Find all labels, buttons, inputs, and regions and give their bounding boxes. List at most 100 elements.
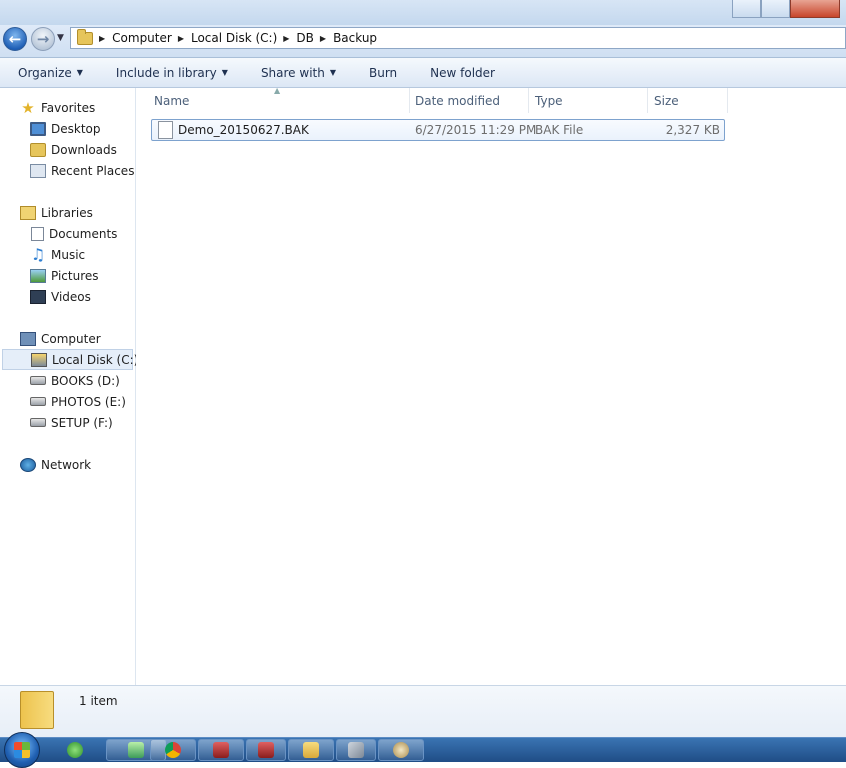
- nav-label: Network: [41, 457, 92, 472]
- taskbar-app-7[interactable]: [336, 739, 376, 761]
- file-icon: [158, 121, 173, 139]
- tools-icon: [348, 742, 364, 758]
- breadcrumb-computer[interactable]: Computer: [112, 31, 172, 45]
- arrow-right-icon: →: [36, 30, 50, 48]
- nav-label: Desktop: [51, 121, 101, 136]
- burn-label: Burn: [369, 65, 398, 80]
- chevron-right-icon[interactable]: ▶: [283, 34, 289, 43]
- nav-label: Computer: [41, 331, 101, 346]
- column-label: Size: [654, 93, 679, 108]
- taskbar-app-4[interactable]: [198, 739, 244, 761]
- chevron-right-icon[interactable]: ▶: [320, 34, 326, 43]
- taskbar-chrome[interactable]: [150, 739, 196, 761]
- organize-label: Organize: [18, 65, 72, 80]
- navigation-row: ← → ▼ ▶ Computer ▶ Local Disk (C:) ▶ DB …: [0, 25, 846, 58]
- file-list-pane: ▲ Name Date modified Type Size Demo_2015…: [136, 86, 846, 685]
- file-row[interactable]: Demo_20150627.BAK 6/27/2015 11:29 PM BAK…: [151, 119, 725, 141]
- chevron-down-icon: ▼: [76, 68, 83, 77]
- taskbar-app-5[interactable]: [246, 739, 286, 761]
- folder-icon: [20, 691, 54, 729]
- recent-pages-dropdown[interactable]: ▼: [57, 33, 64, 43]
- forward-button[interactable]: →: [31, 27, 55, 51]
- share-with-label: Share with: [260, 65, 325, 80]
- nav-label: Documents: [49, 226, 118, 241]
- windows-logo-icon: [14, 742, 30, 758]
- recent-places-icon: [30, 163, 46, 178]
- file-type-cell: BAK File: [535, 123, 584, 137]
- nav-computer[interactable]: Computer: [0, 328, 155, 349]
- start-button[interactable]: [4, 732, 40, 768]
- window-controls: [732, 0, 840, 18]
- system-drive-icon: [31, 352, 47, 367]
- nav-local-disk-c[interactable]: Local Disk (C:): [2, 349, 138, 370]
- nav-network[interactable]: Network: [0, 454, 155, 475]
- star-icon: ★: [21, 98, 35, 117]
- file-size-cell: 2,327 KB: [665, 123, 720, 137]
- include-in-library-button[interactable]: Include in library ▼: [98, 66, 243, 80]
- title-bar: [0, 0, 846, 25]
- nav-favorites[interactable]: ★ Favorites: [0, 97, 155, 118]
- music-note-icon: ♫: [30, 244, 46, 264]
- nav-label: Videos: [51, 289, 91, 304]
- breadcrumb-local-disk[interactable]: Local Disk (C:): [191, 31, 277, 45]
- app-icon: [67, 742, 83, 758]
- taskbar-explorer[interactable]: [288, 739, 334, 761]
- details-pane: 1 item: [0, 685, 846, 738]
- app-icon: [258, 742, 274, 758]
- file-name: Demo_20150627.BAK: [178, 123, 309, 137]
- nav-label: Recent Places: [51, 163, 135, 178]
- taskbar-app-8[interactable]: [378, 739, 424, 761]
- taskbar: [0, 732, 846, 768]
- address-bar[interactable]: ▶ Computer ▶ Local Disk (C:) ▶ DB ▶ Back…: [70, 27, 846, 49]
- column-header-size[interactable]: Size: [648, 88, 728, 113]
- include-in-library-label: Include in library: [115, 65, 217, 80]
- burn-button[interactable]: Burn: [351, 66, 412, 80]
- new-folder-button[interactable]: New folder: [412, 66, 510, 80]
- downloads-icon: [30, 142, 46, 157]
- taskbar-app-1[interactable]: [46, 739, 104, 761]
- breadcrumb-backup[interactable]: Backup: [333, 31, 377, 45]
- nav-label: SETUP (F:): [51, 415, 113, 430]
- column-header-name[interactable]: Name: [148, 88, 410, 113]
- nav-label: BOOKS (D:): [51, 373, 120, 388]
- back-button[interactable]: ←: [3, 27, 27, 51]
- videos-icon: [30, 289, 46, 304]
- column-label: Date modified: [415, 93, 501, 108]
- app-icon: [128, 742, 144, 758]
- nav-label: Pictures: [51, 268, 99, 283]
- close-button[interactable]: [789, 0, 840, 18]
- drive-icon: [30, 418, 46, 427]
- nav-label: PHOTOS (E:): [51, 394, 126, 409]
- documents-icon: [31, 226, 44, 241]
- folder-icon: [303, 742, 319, 758]
- share-with-button[interactable]: Share with ▼: [243, 66, 351, 80]
- navigation-pane: ★ Favorites Desktop Downloads Recent Pla…: [0, 88, 138, 685]
- drive-icon: [30, 376, 46, 385]
- chevron-right-icon[interactable]: ▶: [178, 34, 184, 43]
- pictures-icon: [30, 268, 46, 283]
- nav-label: Music: [51, 247, 86, 262]
- column-label: Type: [535, 93, 563, 108]
- minimize-button[interactable]: [732, 0, 761, 18]
- chevron-down-icon: ▼: [221, 68, 228, 77]
- column-label: Name: [154, 93, 190, 108]
- app-icon: [213, 742, 229, 758]
- maximize-button[interactable]: [760, 0, 790, 18]
- nav-label: Favorites: [41, 100, 96, 115]
- arrow-left-icon: ←: [8, 30, 22, 48]
- network-icon: [20, 457, 36, 472]
- organize-button[interactable]: Organize ▼: [0, 66, 98, 80]
- folder-icon: [77, 28, 93, 45]
- libraries-icon: [20, 205, 36, 220]
- file-name-cell: Demo_20150627.BAK: [158, 120, 309, 140]
- breadcrumb-db[interactable]: DB: [296, 31, 313, 45]
- column-header-date-modified[interactable]: Date modified: [409, 88, 529, 113]
- column-header-type[interactable]: Type: [529, 88, 648, 113]
- paint-icon: [393, 742, 409, 758]
- nav-label: Libraries: [41, 205, 93, 220]
- nav-libraries[interactable]: Libraries: [0, 202, 155, 223]
- computer-icon: [20, 331, 36, 346]
- drive-icon: [30, 397, 46, 406]
- column-header-row: ▲ Name Date modified Type Size: [136, 86, 846, 113]
- chevron-right-icon[interactable]: ▶: [99, 34, 105, 43]
